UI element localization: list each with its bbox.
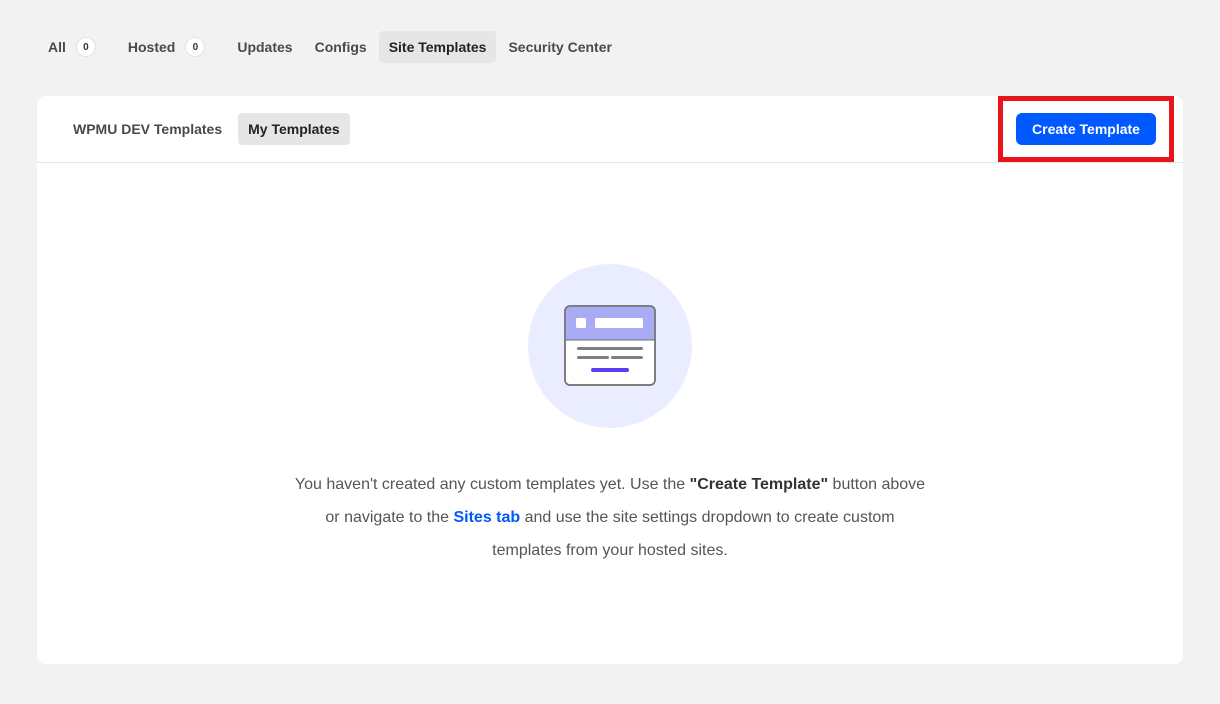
sub-tab-my-templates[interactable]: My Templates xyxy=(238,113,350,145)
tab-count-badge: 0 xyxy=(75,37,96,57)
tab-label: Configs xyxy=(314,39,367,55)
tab-label: Hosted xyxy=(127,39,176,55)
panel-header: WPMU DEV Templates My Templates Create T… xyxy=(37,96,1183,163)
tab-all[interactable]: All 0 xyxy=(38,31,106,63)
tab-count-badge: 0 xyxy=(185,37,206,57)
tab-label: Updates xyxy=(237,39,293,55)
sites-tab-link[interactable]: Sites tab xyxy=(453,509,520,526)
sub-tabs: WPMU DEV Templates My Templates xyxy=(63,113,350,145)
sub-tab-label: WPMU DEV Templates xyxy=(73,121,223,137)
tab-label: All xyxy=(48,39,66,55)
empty-text-part1: You haven't created any custom templates… xyxy=(294,476,690,493)
template-browser-icon xyxy=(564,305,656,386)
sub-tab-wpmu-dev-templates[interactable]: WPMU DEV Templates xyxy=(63,113,232,145)
empty-text-part3: and use the site settings dropdown to cr… xyxy=(492,509,895,559)
empty-state: You haven't created any custom templates… xyxy=(37,264,1183,567)
tab-site-templates[interactable]: Site Templates xyxy=(378,31,497,63)
tab-updates[interactable]: Updates xyxy=(227,31,302,63)
tab-configs[interactable]: Configs xyxy=(305,31,377,63)
templates-panel: WPMU DEV Templates My Templates Create T… xyxy=(37,96,1183,664)
empty-text-bold: "Create Template" xyxy=(689,476,829,493)
empty-state-message: You haven't created any custom templates… xyxy=(290,468,930,567)
top-tabs: All 0 Hosted 0 Updates Configs Site Temp… xyxy=(38,31,622,63)
tab-label: Site Templates xyxy=(388,39,487,55)
highlight-box: Create Template xyxy=(998,96,1174,162)
tab-security-center[interactable]: Security Center xyxy=(498,31,621,63)
tab-label: Security Center xyxy=(508,39,612,55)
create-template-button[interactable]: Create Template xyxy=(1016,113,1156,145)
sub-tab-label: My Templates xyxy=(248,121,340,137)
empty-state-illustration xyxy=(528,264,692,428)
tab-hosted[interactable]: Hosted 0 xyxy=(118,31,215,63)
